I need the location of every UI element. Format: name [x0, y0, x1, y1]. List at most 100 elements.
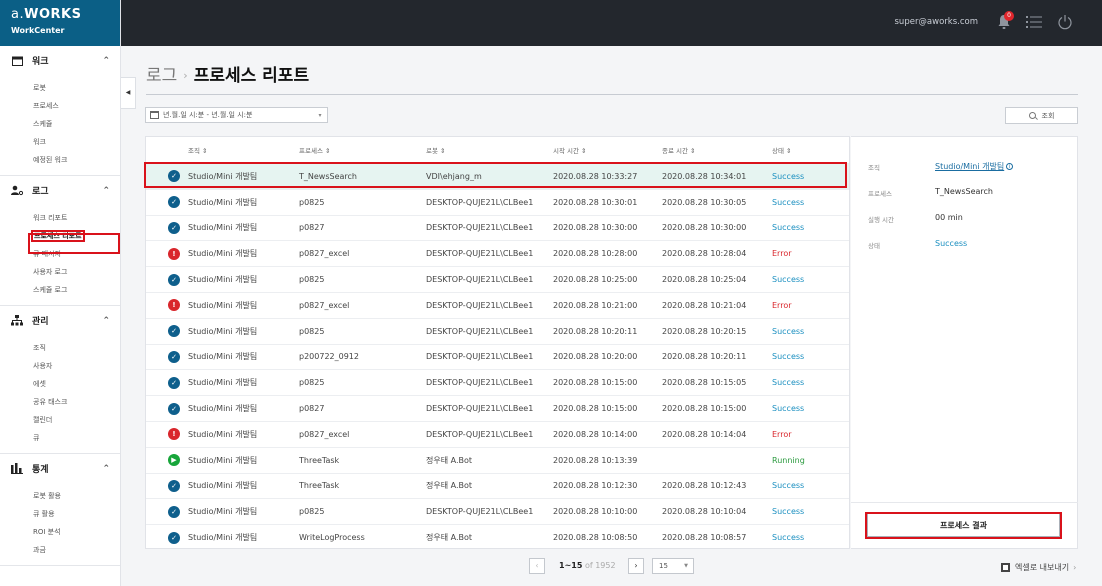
calendar-icon — [11, 55, 23, 67]
chevron-up-icon[interactable]: ⌃ — [102, 464, 110, 474]
cell-process: p0827 — [299, 223, 325, 233]
column-header-start[interactable]: 시작 시간 ⇕ — [553, 145, 662, 155]
sidebar-item[interactable]: 큐 — [0, 429, 120, 447]
detail-org-label: 조직 — [868, 164, 880, 172]
sidebar-item[interactable]: 공유 태스크 — [0, 393, 120, 411]
cell-robot: DESKTOP-QUJE21L\CLBee1 — [426, 404, 534, 414]
sidebar-item[interactable]: 스케쥴 로그 — [0, 281, 120, 299]
table-row[interactable]: ! Studio/Mini 개발팀 p0827_excel DESKTOP-QUJE2… — [146, 420, 849, 447]
sidebar-section-header[interactable]: 통계 ⌃ — [0, 454, 120, 483]
column-header-org[interactable]: 조직 ⇕ — [188, 145, 299, 155]
active-nav-highlight — [28, 233, 120, 254]
process-result-button[interactable]: 프로세스 결과 — [867, 513, 1060, 537]
table-row[interactable]: ! Studio/Mini 개발팀 p0827_excel DESKTOP-QUJE2… — [146, 240, 849, 266]
table-row[interactable]: ▶ Studio/Mini 개발팀 ThreeTask 정우태 A.Bot 2020.0… — [146, 446, 849, 473]
sidebar-item[interactable]: 워크 — [0, 133, 120, 151]
breadcrumb-parent[interactable]: 로그 — [146, 66, 177, 86]
logo-prefix: a. — [11, 7, 25, 22]
sidebar-item[interactable]: ROI 분석 — [0, 523, 120, 541]
cell-end-time: 2020.08.28 10:21:04 — [662, 300, 747, 310]
sidebar-item-label: 과금 — [33, 546, 46, 554]
cell-org: Studio/Mini 개발팀 — [188, 378, 258, 388]
column-header-end[interactable]: 종료 시간 ⇕ — [662, 145, 772, 155]
sidebar-item[interactable]: 조직 — [0, 339, 120, 357]
sidebar-item[interactable]: 로봇 활용 — [0, 487, 120, 505]
table-row[interactable]: ✓ Studio/Mini 개발팀 p200722_0912 DESKTOP-QUJE… — [146, 343, 849, 370]
detail-org-link[interactable]: Studio/Mini 개발팀 i — [935, 161, 1014, 172]
cell-status: Success — [772, 378, 805, 388]
sidebar-item-label: 캘린더 — [33, 416, 53, 424]
table-row[interactable]: ! Studio/Mini 개발팀 p0827_excel DESKTOP-QUJE2… — [146, 291, 849, 318]
chevron-up-icon[interactable]: ⌃ — [102, 186, 110, 196]
sidebar-item[interactable]: 스케쥴 — [0, 115, 120, 133]
sidebar-item[interactable]: 과금 — [0, 541, 120, 559]
sidebar-section-header[interactable]: 로그 ⌃ — [0, 176, 120, 205]
detail-runtime-value: 00 min — [935, 213, 963, 222]
info-icon[interactable]: i — [1006, 163, 1014, 170]
cell-start-time: 2020.08.28 10:21:00 — [553, 300, 638, 310]
page-size-select[interactable]: 15 ▼ — [652, 558, 694, 574]
power-icon[interactable] — [1057, 14, 1073, 30]
cell-org: Studio/Mini 개발팀 — [188, 223, 258, 233]
table-row[interactable]: ✓ Studio/Mini 개발팀 p0825 DESKTOP-QUJE21L\CLB… — [146, 266, 849, 292]
table-row[interactable]: ✓ Studio/Mini 개발팀 ThreeTask 정우태 A.Bot 2020.0… — [146, 472, 849, 499]
brand-logo[interactable]: a.WORKS WorkCenter — [0, 0, 120, 46]
column-header-process[interactable]: 프로세스 ⇕ — [299, 145, 426, 155]
cell-status: Success — [772, 481, 805, 491]
prev-page-button[interactable]: ‹ — [529, 558, 545, 574]
chevron-up-icon[interactable]: ⌃ — [102, 56, 110, 66]
chevron-down-icon: ▾ — [318, 111, 322, 119]
sidebar-section-header[interactable]: 관리 ⌃ — [0, 306, 120, 335]
sidebar-item[interactable]: 사용자 로그 — [0, 263, 120, 281]
cell-robot: DESKTOP-QUJE21L\CLBee1 — [426, 326, 534, 336]
cell-start-time: 2020.08.28 10:13:39 — [553, 455, 638, 465]
cell-process: p0825 — [299, 197, 325, 207]
sidebar-item[interactable]: 워크 리포트 — [0, 209, 120, 227]
sidebar-item-label: 예정된 워크 — [33, 156, 68, 164]
sidebar-section-header[interactable]: 워크 ⌃ — [0, 46, 120, 75]
column-header-robot[interactable]: 로봇 ⇕ — [426, 145, 553, 155]
user-email[interactable]: super@aworks.com — [895, 17, 979, 27]
sidebar-item[interactable]: 큐 활용 — [0, 505, 120, 523]
table-body: ✓ Studio/Mini 개발팀 T_NewsSearch VDI\ehjang_m… — [146, 163, 849, 550]
sidebar-item[interactable]: 에셋 — [0, 375, 120, 393]
cell-start-time: 2020.08.28 10:20:00 — [553, 352, 638, 362]
cell-org: Studio/Mini 개발팀 — [188, 533, 258, 543]
cell-start-time: 2020.08.28 10:15:00 — [553, 404, 638, 414]
date-range-picker[interactable]: 년.월.일 시:분 - 년.월.일 시:분 ▾ — [145, 107, 328, 123]
table-row[interactable]: ✓ Studio/Mini 개발팀 WriteLogProcess 정우태 A.Bot… — [146, 524, 849, 550]
cell-end-time: 2020.08.28 10:20:15 — [662, 326, 747, 336]
next-page-button[interactable]: › — [628, 558, 644, 574]
table-row[interactable]: ✓ Studio/Mini 개발팀 p0825 DESKTOP-QUJE21L\CLB… — [146, 498, 849, 524]
search-icon — [1028, 112, 1036, 119]
cell-robot: DESKTOP-QUJE21L\CLBee1 — [426, 275, 534, 285]
list-icon[interactable] — [1026, 15, 1042, 29]
cell-status: Error — [772, 249, 792, 259]
table-row[interactable]: ✓ Studio/Mini 개발팀 p0825 DESKTOP-QUJE21L\CLB… — [146, 188, 849, 215]
table-row[interactable]: ✓ Studio/Mini 개발팀 p0825 DESKTOP-QUJE21L\CLB… — [146, 369, 849, 395]
table-row[interactable]: ✓ Studio/Mini 개발팀 T_NewsSearch VDI\ehjang_m… — [146, 163, 849, 189]
cell-process: p0825 — [299, 275, 325, 285]
sidebar-item[interactable]: 예정된 워크 — [0, 151, 120, 169]
sidebar-item[interactable]: 로봇 — [0, 79, 120, 97]
cell-process: ThreeTask — [299, 481, 340, 491]
sidebar-collapse-button[interactable]: ◀ — [121, 77, 136, 109]
cell-robot: VDI\ehjang_m — [426, 171, 482, 181]
detail-process-label: 프로세스 — [868, 190, 892, 198]
detail-runtime-label: 실행 시간 — [868, 216, 894, 224]
sidebar-item[interactable]: 사용자 — [0, 357, 120, 375]
export-excel-button[interactable]: 엑셀로 내보내기 › — [1001, 562, 1076, 573]
chevron-up-icon[interactable]: ⌃ — [102, 316, 110, 326]
cell-org: Studio/Mini 개발팀 — [188, 197, 258, 207]
cell-end-time: 2020.08.28 10:12:43 — [662, 481, 747, 491]
table-row[interactable]: ✓ Studio/Mini 개발팀 p0825 DESKTOP-QUJE21L\CLB… — [146, 317, 849, 344]
detail-org-value[interactable]: Studio/Mini 개발팀 — [935, 162, 1004, 171]
sidebar-item[interactable]: 프로세스 — [0, 97, 120, 115]
table-row[interactable]: ✓ Studio/Mini 개발팀 p0827 DESKTOP-QUJE21L\CLB… — [146, 214, 849, 241]
search-button[interactable]: 조회 — [1005, 107, 1078, 124]
table-row[interactable]: ✓ Studio/Mini 개발팀 p0827 DESKTOP-QUJE21L\CLB… — [146, 395, 849, 421]
sidebar-item[interactable]: 캘린더 — [0, 411, 120, 429]
column-header-status[interactable]: 상태 ⇕ — [772, 145, 842, 155]
cell-org: Studio/Mini 개발팀 — [188, 404, 258, 414]
cell-robot: 정우태 A.Bot — [426, 481, 473, 491]
